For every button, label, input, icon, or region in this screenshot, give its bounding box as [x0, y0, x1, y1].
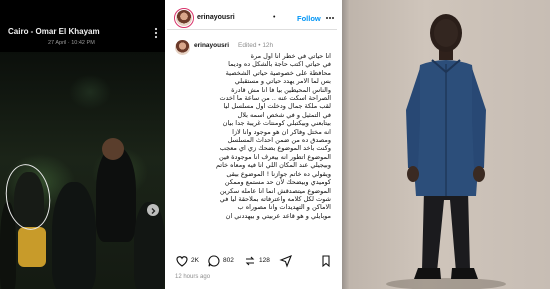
likes-count: 2K	[191, 257, 199, 264]
person-figure	[102, 138, 124, 160]
divider	[167, 29, 337, 30]
caption-line: في التمثيل و في شخص اسمه بلال	[237, 110, 331, 119]
post-actions-bar: 2K 802 128	[167, 254, 337, 272]
caption-line: وكنت باخد الموضوع بضحك زي اي معجب	[219, 144, 331, 153]
caption-line: الموضوع اتطور انه بيعرف انا موجودة فين	[219, 152, 331, 161]
post-photo	[0, 52, 165, 289]
person-figure	[18, 227, 46, 267]
caption-line: كوميدي وبيضحك لأن حد مستمع وممكن	[224, 178, 331, 187]
caption-line: بيتابعني وبيكتبلي كومنتات غريبة جدا بيان	[222, 119, 331, 128]
post-username[interactable]: erinayousri	[197, 14, 235, 21]
caption-line: بس لما الامر يهدد حياتي و مستقبلي	[234, 77, 331, 86]
location-title[interactable]: Cairo - Omar El Khayam	[8, 27, 100, 36]
caption-line: ومصدق ده من ضمن احداث المسلسل	[227, 136, 331, 145]
post-caption: انا حياتي في خطر انا اول مرة في حياتي اك…	[191, 52, 331, 252]
caption-line: وبيجيلي عند المكان اللي انا فيه ومعاه خا…	[215, 161, 331, 170]
separator-dot: •	[273, 14, 276, 21]
left-post-screenshot: Cairo - Omar El Khayam 27 April · 10:42 …	[0, 0, 165, 289]
shares-count: 128	[259, 257, 270, 264]
caption-username[interactable]: erinayousri	[194, 42, 229, 49]
comments-count: 802	[223, 257, 234, 264]
caption-line: انا حياتي في خطر انا اول مرة	[250, 52, 331, 60]
post-time-ago: 12 hours ago	[175, 274, 211, 280]
person-photo	[342, 0, 550, 289]
caption-line: في حياتي اكتب حاجة بالشكل ده وديما	[228, 60, 331, 69]
caption-line: الموضوع ميتصدقش انما انا عامله سكرين	[219, 186, 331, 195]
next-arrow-icon[interactable]	[147, 204, 159, 216]
caption-line: موبايلي و هو قاعد عربيتي و بيهددني ان	[225, 211, 331, 220]
instagram-post: erinayousri • Follow erinayousri Edited …	[167, 0, 337, 289]
caption-line: والناس المحيطين بيا فا انا مش قادرة	[231, 85, 331, 94]
edited-timestamp: Edited • 12h	[238, 42, 274, 49]
follow-button[interactable]: Follow	[297, 14, 321, 23]
bookmark-icon[interactable]	[319, 254, 333, 268]
person-figure	[96, 147, 136, 242]
caption-line: انه مختل وفاكر ان هو موجود وانا لازا	[232, 127, 331, 136]
caption-line: ويقولي ده خاتم جوازنا ! الموضوع بيقى	[226, 169, 331, 178]
more-icon[interactable]	[325, 12, 335, 24]
comment-icon[interactable]	[207, 254, 221, 268]
avatar[interactable]	[176, 10, 192, 26]
caption-line: لقب ملكة جمال ودخلت اول مسلسل ليا	[223, 102, 331, 111]
caption-line: محافظة على خصوصية حياتي الشخصية	[225, 68, 331, 77]
post-date: 27 April · 10:42 PM	[48, 40, 95, 46]
heart-icon[interactable]	[175, 254, 189, 268]
share-icon[interactable]	[243, 254, 257, 268]
left-post-header: Cairo - Omar El Khayam 27 April · 10:42 …	[0, 0, 165, 52]
caption-line: الاماكن و التهديدات وانا مصوراه ب	[237, 203, 331, 212]
person-illustration	[386, 14, 506, 289]
send-icon[interactable]	[279, 254, 293, 268]
caption-avatar[interactable]	[175, 40, 190, 55]
person-figure	[52, 182, 96, 289]
caption-line: شوت لكل كلامه واعترفاته بملاحقة ليا في	[219, 194, 331, 203]
more-icon[interactable]	[150, 26, 162, 40]
caption-line: الصراحة اسكت عنه .. من ساعة ما اخدت	[219, 94, 332, 103]
